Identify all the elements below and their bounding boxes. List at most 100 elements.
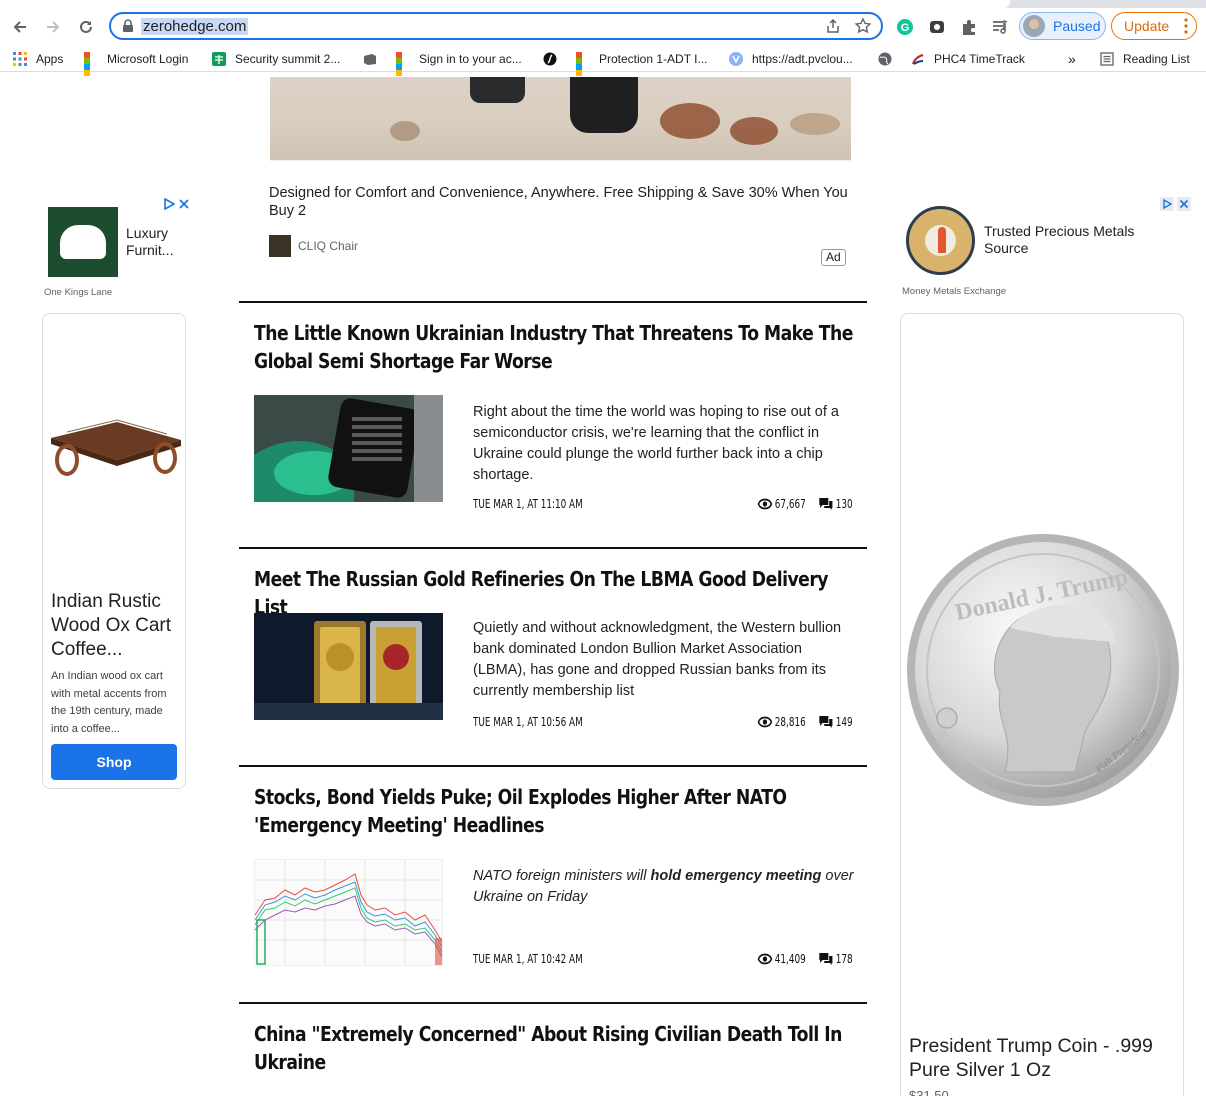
grammarly-extension-icon[interactable]: G	[895, 17, 915, 37]
bookmark-microsoft-login[interactable]: Microsoft Login	[84, 50, 189, 76]
back-button[interactable]	[9, 16, 31, 38]
article-date: TUE MAR 1, AT 11:10 AM	[473, 497, 583, 511]
kebab-menu-icon[interactable]	[1184, 18, 1188, 34]
left-ad-card[interactable]: Indian Rustic Wood Ox Cart Coffee... An …	[42, 313, 186, 789]
shop-button[interactable]: Shop	[51, 744, 177, 780]
bookmark-globe[interactable]	[878, 50, 901, 68]
gold-bars-image	[254, 613, 443, 720]
article-card: The Little Known Ukrainian Industry That…	[239, 301, 867, 547]
apps-grid-icon	[13, 52, 27, 66]
view-count: 67,667	[757, 497, 805, 511]
article-thumbnail[interactable]	[254, 613, 443, 720]
bookmark-protection-adt[interactable]: Protection 1-ADT I...	[576, 50, 708, 76]
browser-toolbar: zerohedge.com G Paused Update	[0, 8, 1206, 46]
profile-paused-button[interactable]: Paused	[1019, 12, 1106, 40]
right-ad-card[interactable]: Donald J. Trump 45th President President…	[900, 313, 1184, 1096]
article-headline[interactable]: China "Extremely Concerned" About Rising…	[254, 1020, 856, 1076]
extensions-puzzle-icon[interactable]	[959, 17, 979, 37]
active-tab[interactable]	[0, 0, 1010, 8]
bookmark-label: Microsoft Login	[107, 52, 189, 66]
left-ad-card-title[interactable]: Indian Rustic Wood Ox Cart Coffee...	[51, 590, 181, 662]
share-icon[interactable]	[825, 18, 841, 34]
cliq-chair-ad-image[interactable]	[270, 77, 851, 161]
teaser-link[interactable]: hold emergency meeting	[651, 868, 822, 884]
article-thumbnail[interactable]	[254, 395, 443, 502]
extension-icon[interactable]	[927, 17, 947, 37]
right-ad-source: Money Metals Exchange	[902, 286, 1007, 297]
forward-button[interactable]	[42, 16, 64, 38]
comment-count[interactable]: 178	[819, 952, 853, 966]
reload-button[interactable]	[75, 16, 97, 38]
ad-badge: Ad	[821, 249, 846, 266]
article-headline[interactable]: The Little Known Ukrainian Industry That…	[254, 319, 856, 375]
chip-wafer-image	[254, 395, 443, 502]
view-count: 41,409	[757, 952, 805, 966]
article-card: Meet The Russian Gold Refineries On The …	[239, 547, 867, 765]
bookmark-label: https://adt.pvclou...	[752, 52, 853, 66]
bookmark-label: Security summit 2...	[235, 52, 341, 66]
update-button[interactable]: Update	[1111, 12, 1197, 40]
money-metals-logo	[906, 206, 975, 275]
bookmark-script[interactable]	[543, 50, 566, 68]
brand-logo	[269, 235, 291, 257]
article-meta: TUE MAR 1, AT 10:42 AM 41,409 178	[473, 952, 853, 966]
top-ad-brand[interactable]: CLIQ Chair	[269, 235, 358, 257]
url-text[interactable]: zerohedge.com	[141, 18, 249, 35]
address-bar[interactable]: zerohedge.com	[109, 12, 883, 40]
eye-icon	[757, 716, 772, 728]
v-circle-icon	[729, 52, 743, 66]
page-content: Designed for Comfort and Convenience, An…	[0, 77, 1206, 1096]
bookmark-phc4-timetrack[interactable]: PHC4 TimeTrack	[911, 50, 1025, 68]
lock-icon[interactable]	[122, 19, 134, 33]
bookmark-security-summit[interactable]: Security summit 2...	[212, 50, 340, 68]
comment-count[interactable]: 130	[819, 497, 853, 511]
view-count: 28,816	[757, 715, 805, 729]
market-chart-image	[255, 860, 442, 965]
back-arrow-icon	[13, 21, 26, 33]
comments-icon	[819, 498, 833, 510]
forward-arrow-icon	[47, 21, 60, 33]
adchoices-icon[interactable]	[163, 198, 175, 210]
right-ad-price: $31.50	[909, 1088, 949, 1096]
bookmark-folder[interactable]	[363, 50, 386, 68]
left-ad-card-description: An Indian wood ox cart with metal accent…	[51, 670, 167, 735]
article-headline[interactable]: Stocks, Bond Yields Puke; Oil Explodes H…	[254, 783, 856, 839]
left-ad-title: Luxury Furnit...	[126, 225, 174, 258]
microsoft-icon	[396, 52, 410, 76]
top-ad-description[interactable]: Designed for Comfort and Convenience, An…	[269, 184, 849, 220]
article-date: TUE MAR 1, AT 10:42 AM	[473, 952, 583, 966]
bookmark-label: PHC4 TimeTrack	[934, 52, 1025, 66]
media-queue-icon[interactable]	[990, 17, 1010, 37]
adchoices-icon[interactable]	[1160, 197, 1174, 211]
folder-icon	[364, 54, 376, 65]
reload-icon	[80, 20, 92, 33]
bookmark-sign-in[interactable]: Sign in to your ac...	[396, 50, 522, 76]
article-meta: TUE MAR 1, AT 10:56 AM 28,816 149	[473, 715, 853, 729]
bookmark-apps[interactable]: Apps	[13, 50, 63, 68]
comment-count[interactable]: 149	[819, 715, 853, 729]
article-teaser: Quietly and without acknowledgment, the …	[473, 620, 842, 699]
microsoft-icon	[576, 52, 590, 76]
bookmark-label: Apps	[36, 52, 64, 66]
close-ad-icon[interactable]	[178, 198, 190, 210]
reading-list-button[interactable]: Reading List	[1100, 50, 1190, 68]
article-teaser: NATO foreign ministers will hold emergen…	[473, 868, 854, 905]
bookmark-star-icon[interactable]	[854, 17, 872, 35]
one-kings-lane-logo	[48, 207, 118, 277]
left-ad-header[interactable]: Luxury Furnit...	[48, 207, 173, 277]
script-icon	[543, 52, 557, 66]
right-ad-card-title[interactable]: President Trump Coin - .999 Pure Silver …	[909, 1034, 1177, 1082]
article-date: TUE MAR 1, AT 10:56 AM	[473, 715, 583, 729]
bookmarks-overflow-button[interactable]: »	[1068, 50, 1076, 68]
article-thumbnail[interactable]	[254, 859, 443, 966]
comments-icon	[819, 716, 833, 728]
article-meta: TUE MAR 1, AT 11:10 AM 67,667 130	[473, 497, 853, 511]
trump-silver-coin-image: Donald J. Trump 45th President	[907, 534, 1179, 806]
tab-strip	[0, 0, 1206, 8]
right-adchoices[interactable]	[1160, 197, 1191, 211]
right-ad-header[interactable]: Trusted Precious Metals Source	[906, 206, 1134, 275]
bookmark-adt-pvcloud[interactable]: https://adt.pvclou...	[729, 50, 853, 68]
left-adchoices[interactable]	[163, 198, 190, 210]
reading-list-label: Reading List	[1123, 52, 1190, 66]
close-ad-icon[interactable]	[1177, 197, 1191, 211]
